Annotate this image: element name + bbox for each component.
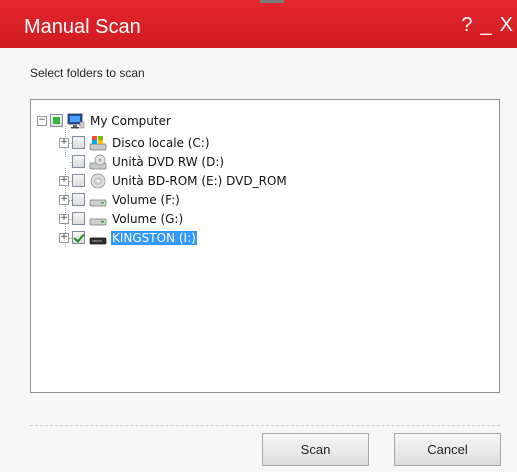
checkbox-drive-c[interactable] — [72, 136, 85, 149]
windows-drive-icon — [89, 135, 107, 151]
checkbox-drive-d[interactable] — [72, 155, 85, 168]
checkbox-drive-e[interactable] — [72, 174, 85, 187]
expand-toggle[interactable]: + — [59, 194, 69, 205]
usb-drive-icon — [89, 230, 107, 246]
hard-drive-icon — [89, 211, 107, 227]
tree-item-label: Unità DVD RW (D:) — [112, 154, 225, 169]
folder-tree[interactable]: − My Computer + Disco locale (C:) Unità … — [30, 99, 500, 393]
expand-toggle[interactable]: + — [59, 232, 69, 243]
manual-scan-dialog: Manual Scan ? _ X Select folders to scan… — [0, 0, 517, 472]
tree-item-drive-c[interactable]: + Disco locale (C:) — [59, 133, 211, 152]
drag-handle — [260, 0, 284, 3]
window-controls: ? _ X — [461, 14, 513, 36]
scan-button[interactable]: Scan — [262, 433, 369, 466]
expand-toggle-placeholder — [59, 156, 69, 167]
footer-divider — [30, 425, 500, 426]
tree-item-label: Disco locale (C:) — [112, 135, 210, 150]
cancel-button[interactable]: Cancel — [394, 433, 501, 466]
computer-icon — [67, 113, 85, 129]
tree-item-drive-g[interactable]: + Volume (G:) — [59, 209, 184, 228]
tree-item-label: Unità BD-ROM (E:) DVD_ROM — [112, 173, 287, 188]
tree-item-label: KINGSTON (I:) — [111, 230, 197, 245]
expand-toggle[interactable]: + — [59, 137, 69, 148]
tree-item-label: Volume (G:) — [112, 211, 184, 226]
instruction-text: Select folders to scan — [30, 66, 145, 80]
expand-toggle[interactable]: + — [59, 175, 69, 186]
dialog-title: Manual Scan — [24, 16, 141, 38]
tree-item-drive-d[interactable]: Unità DVD RW (D:) — [59, 152, 225, 171]
checkbox-drive-i[interactable] — [72, 231, 85, 244]
disc-icon — [89, 173, 107, 189]
expand-toggle[interactable]: + — [59, 213, 69, 224]
help-button[interactable]: ? — [461, 14, 472, 36]
minimize-button[interactable]: _ — [481, 14, 492, 36]
collapse-toggle[interactable]: − — [37, 115, 47, 126]
dvd-drive-icon — [89, 154, 107, 170]
tree-item-drive-f[interactable]: + Volume (F:) — [59, 190, 181, 209]
tree-item-drive-e[interactable]: + Unità BD-ROM (E:) DVD_ROM — [59, 171, 288, 190]
tree-item-label: My Computer — [90, 113, 171, 128]
tree-item-drive-i[interactable]: + KINGSTON (I:) — [59, 228, 197, 247]
checkbox-my-computer[interactable] — [50, 114, 63, 127]
tree-item-my-computer[interactable]: − My Computer — [37, 111, 172, 130]
close-button[interactable]: X — [500, 14, 513, 36]
hard-drive-icon — [89, 192, 107, 208]
checkbox-drive-g[interactable] — [72, 212, 85, 225]
tree-item-label: Volume (F:) — [112, 192, 180, 207]
title-bar[interactable]: Manual Scan ? _ X — [0, 0, 517, 48]
checkbox-drive-f[interactable] — [72, 193, 85, 206]
